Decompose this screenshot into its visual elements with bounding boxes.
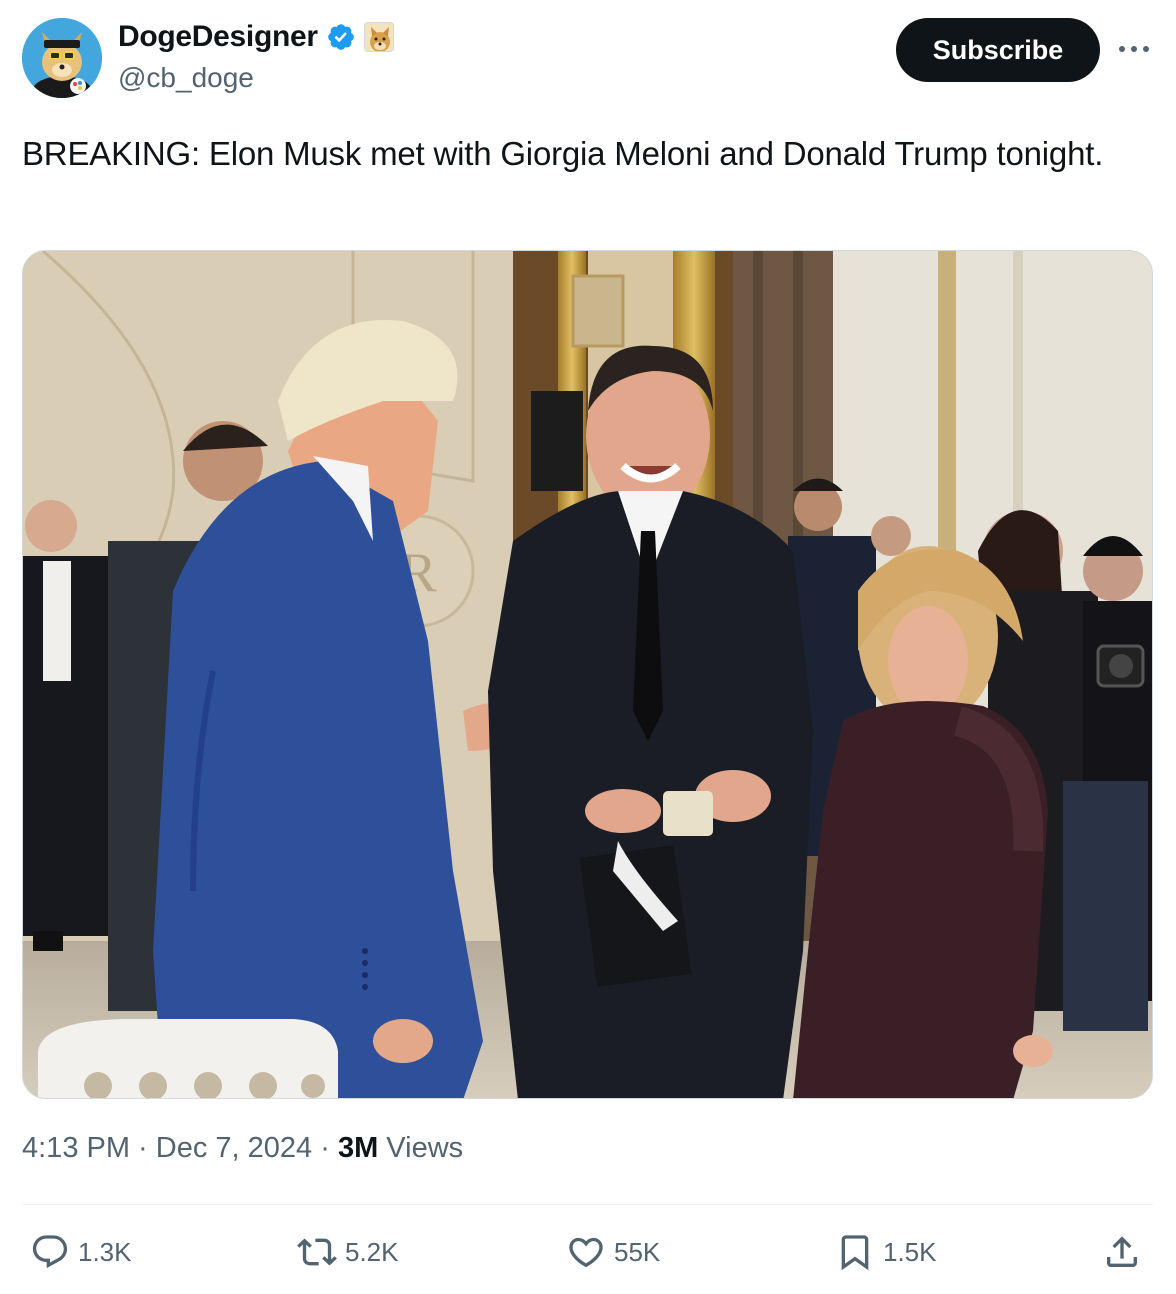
meta-separator: · [130,1132,156,1164]
tweet-meta: 4:13 PM · Dec 7, 2024 · 3M Views [22,1132,463,1165]
like-count: 55K [614,1236,661,1267]
views-count: 3M [337,1132,379,1164]
photo-illustration: R [23,251,1152,1098]
author-name-row: DogeDesigner [118,20,394,54]
bookmark-button[interactable]: 1.5K [835,1230,937,1274]
repost-count: 5.2K [345,1236,399,1267]
bookmark-count: 1.5K [883,1236,937,1267]
author-avatar[interactable] [22,18,102,98]
divider [22,1204,1153,1205]
repost-button[interactable]: 5.2K [297,1230,399,1274]
share-icon [1107,1236,1137,1267]
reply-button[interactable]: 1.3K [30,1230,132,1274]
bookmark-icon [841,1235,869,1271]
share-button[interactable] [1102,1230,1142,1274]
doge-avatar-icon [22,18,102,98]
tweet-card: DogeDesigner @cb_doge Subscribe BREAKING… [0,0,1176,1294]
tweet-photo[interactable]: R [22,250,1153,1099]
author-display-name[interactable]: DogeDesigner [118,20,318,54]
tweet-time[interactable]: 4:13 PM [22,1132,130,1164]
reply-count: 1.3K [78,1236,132,1267]
meta-separator: · [312,1132,338,1164]
subscribe-button[interactable]: Subscribe [896,18,1100,82]
heart-icon [569,1237,603,1268]
verified-badge-icon[interactable] [326,22,356,52]
repost-icon [297,1238,337,1266]
tweet-date[interactable]: Dec 7, 2024 [156,1132,312,1164]
views-label: Views [378,1132,464,1164]
author-handle[interactable]: @cb_doge [118,62,254,94]
tweet-text: BREAKING: Elon Musk met with Giorgia Mel… [22,135,1104,172]
like-button[interactable]: 55K [566,1230,660,1274]
more-icon[interactable] [1114,34,1154,64]
reply-icon [32,1235,68,1269]
doge-affiliate-badge-icon[interactable] [363,22,394,52]
